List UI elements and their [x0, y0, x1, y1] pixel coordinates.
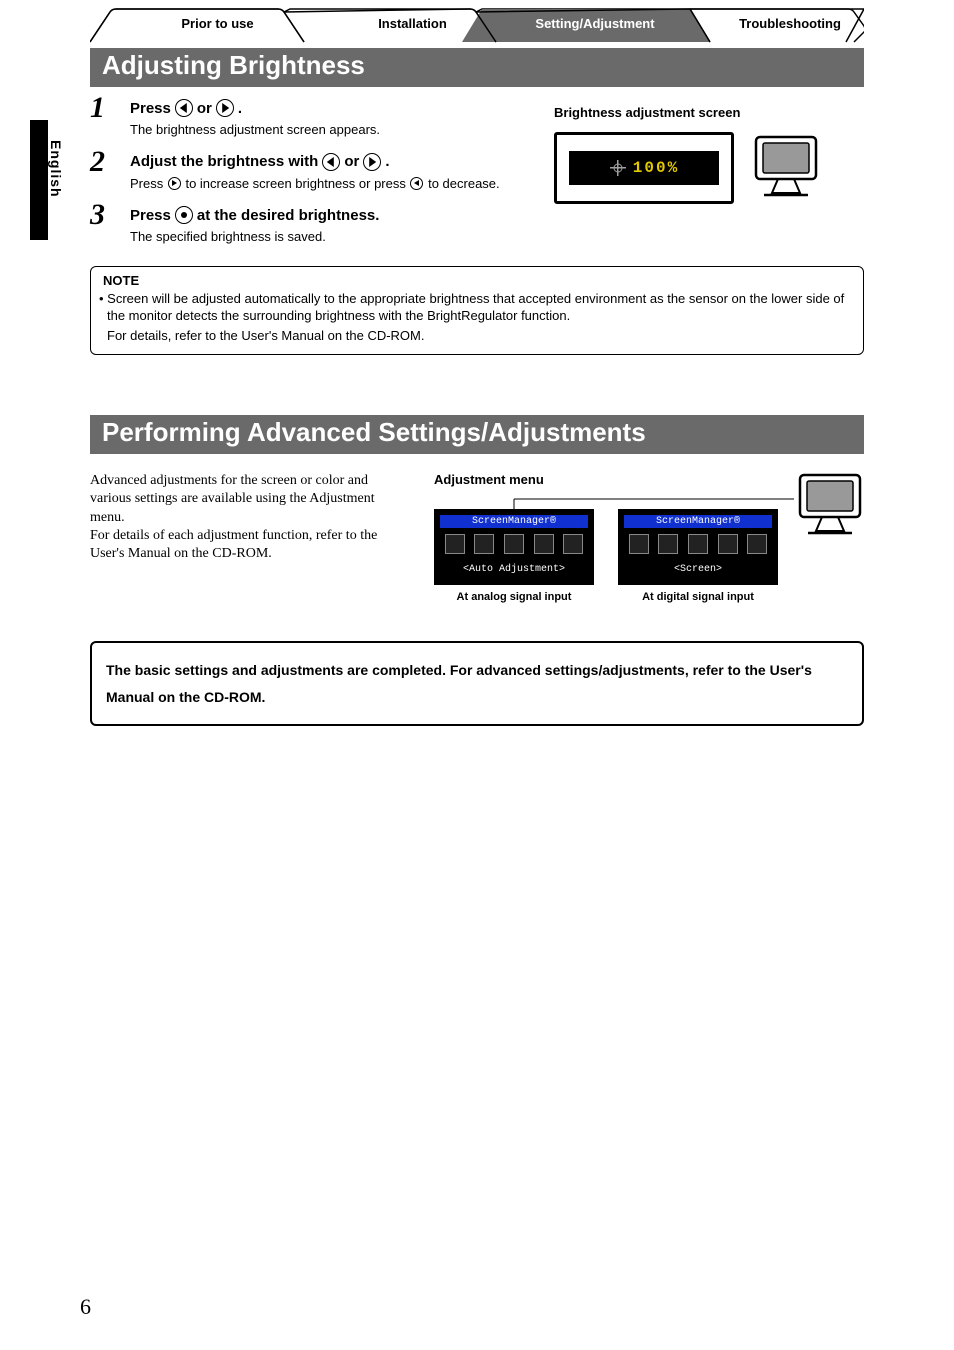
- tab-troubleshooting: Troubleshooting: [710, 16, 870, 31]
- sm-selection-digital: <Screen>: [624, 564, 772, 575]
- text: at the desired brightness.: [197, 207, 380, 224]
- text: to increase screen brightness or press: [185, 176, 409, 191]
- text: Press: [130, 207, 171, 224]
- step-description: The brightness adjustment screen appears…: [130, 121, 520, 139]
- osd-box: 100%: [554, 132, 734, 204]
- completion-note-box: The basic settings and adjustments are c…: [90, 641, 864, 726]
- step-2: 2 Adjust the brightness with or . Press …: [90, 153, 520, 193]
- brightness-screen-figure: Brightness adjustment screen 100%: [554, 105, 864, 204]
- text: For details of each adjustment function,…: [90, 528, 377, 561]
- sm-icon: [563, 534, 583, 554]
- sm-icon: [658, 534, 678, 554]
- left-arrow-icon: [322, 153, 340, 171]
- monitor-icon: [794, 471, 874, 541]
- text: or: [197, 100, 212, 117]
- step-description: Press to increase screen brightness or p…: [130, 175, 520, 193]
- step-number: 2: [90, 145, 105, 179]
- text: Press: [130, 100, 171, 117]
- screenmanager-panel-digital: ScreenManager® <Screen>: [618, 509, 778, 585]
- step-description: The specified brightness is saved.: [130, 228, 520, 246]
- step-1: 1 Press or . The brightness adjustment s…: [90, 99, 520, 139]
- step-3: 3 Press at the desired brightness. The s…: [90, 206, 520, 246]
- note-text-1: • Screen will be adjusted automatically …: [103, 290, 851, 325]
- text: Advanced adjustments for the screen or c…: [90, 473, 375, 524]
- left-arrow-icon: [175, 99, 193, 117]
- left-arrow-icon: [410, 177, 423, 190]
- sm-icon: [474, 534, 494, 554]
- note-title: NOTE: [103, 273, 851, 288]
- screenmanager-title: ScreenManager®: [624, 515, 772, 528]
- caption-analog: At analog signal input: [434, 591, 594, 603]
- step-heading: Press at the desired brightness.: [130, 206, 520, 224]
- note-box: NOTE • Screen will be adjusted automatic…: [90, 266, 864, 356]
- step-number: 3: [90, 198, 105, 232]
- caption-digital: At digital signal input: [618, 591, 778, 603]
- screenmanager-panel-analog: ScreenManager® <Auto Adjustment>: [434, 509, 594, 585]
- section-title-advanced: Performing Advanced Settings/Adjustments: [90, 415, 864, 454]
- page-number: 6: [80, 1294, 91, 1320]
- sm-icon: [534, 534, 554, 554]
- note-text-2: For details, refer to the User's Manual …: [103, 327, 851, 345]
- text: .: [385, 153, 389, 170]
- step-heading: Press or .: [130, 99, 520, 117]
- advanced-description: Advanced adjustments for the screen or c…: [90, 472, 410, 563]
- sm-icon: [445, 534, 465, 554]
- tab-installation: Installation: [345, 16, 480, 31]
- right-arrow-icon: [363, 153, 381, 171]
- sm-icon: [747, 534, 767, 554]
- step-heading: Adjust the brightness with or .: [130, 153, 520, 171]
- tab-prior-to-use: Prior to use: [150, 16, 285, 31]
- text: to decrease.: [428, 176, 500, 191]
- enter-dot-icon: [175, 206, 193, 224]
- text: Adjust the brightness with: [130, 153, 318, 170]
- sm-icon: [629, 534, 649, 554]
- sm-icon: [688, 534, 708, 554]
- monitor-icon: [750, 133, 830, 203]
- figure-title: Brightness adjustment screen: [554, 105, 864, 120]
- text: or: [344, 153, 359, 170]
- sm-icon: [504, 534, 524, 554]
- text: Press: [130, 176, 167, 191]
- right-arrow-icon: [216, 99, 234, 117]
- tab-setting-adjustment: Setting/Adjustment: [505, 16, 685, 31]
- section-title-brightness: Adjusting Brightness: [90, 48, 864, 87]
- screenmanager-title: ScreenManager®: [440, 515, 588, 528]
- right-arrow-icon: [168, 177, 181, 190]
- step-number: 1: [90, 91, 105, 125]
- brightness-value: 100%: [633, 159, 679, 177]
- text: .: [238, 100, 242, 117]
- brightness-sun-icon: [609, 159, 627, 177]
- sm-selection-analog: <Auto Adjustment>: [440, 564, 588, 575]
- phase-tabs: Prior to use Installation Setting/Adjust…: [90, 8, 864, 44]
- sm-icon: [718, 534, 738, 554]
